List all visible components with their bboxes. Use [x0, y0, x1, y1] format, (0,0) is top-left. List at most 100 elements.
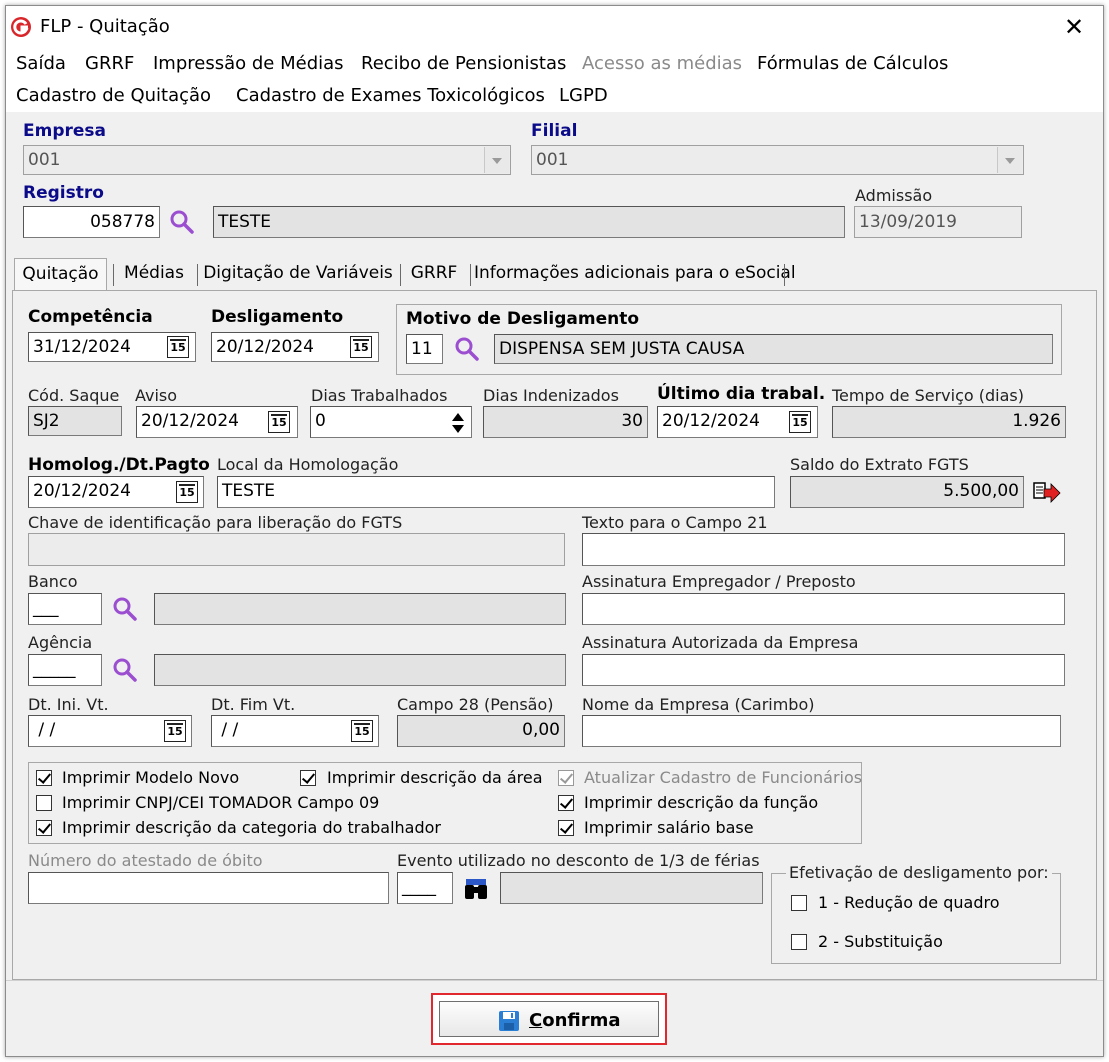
tab-digitacao-label: Digitação de Variáveis: [203, 263, 393, 283]
search-icon[interactable]: [454, 336, 480, 362]
spinner-arrows-icon[interactable]: [447, 409, 469, 435]
filial-select[interactable]: 001: [531, 145, 1024, 175]
chevron-down-icon[interactable]: [484, 147, 509, 173]
binoculars-icon[interactable]: [463, 877, 489, 901]
dias-indenizados-label: Dias Indenizados: [483, 386, 619, 405]
tab-quitacao[interactable]: Quitação: [14, 258, 107, 290]
calendar-glyph: 15: [170, 341, 186, 354]
menu-item-acesso-medias: Acesso as médias: [582, 53, 743, 74]
checkbox-imprimir-categoria[interactable]: [36, 820, 52, 836]
tab-esocial-label: Informações adicionais para o eSocial: [474, 263, 796, 283]
search-icon[interactable]: [169, 209, 195, 235]
tab-separator: [197, 264, 198, 286]
assinatura-empregador-input[interactable]: [582, 593, 1065, 625]
tab-quitacao-label: Quitação: [22, 264, 99, 284]
close-icon[interactable]: ✕: [1059, 12, 1089, 42]
checkbox-imprimir-modelo-novo[interactable]: [36, 770, 52, 786]
registro-input[interactable]: 058778: [23, 206, 160, 238]
motivo-desc-field: DISPENSA SEM JUSTA CAUSA: [494, 334, 1053, 364]
assinatura-autorizada-label: Assinatura Autorizada da Empresa: [582, 633, 859, 652]
assinatura-autorizada-input[interactable]: [582, 654, 1065, 686]
dias-trabalhados-label: Dias Trabalhados: [311, 386, 448, 405]
local-homologacao-input[interactable]: TESTE: [217, 476, 775, 508]
menu-item-saida[interactable]: Saída: [16, 53, 66, 74]
tab-grrf[interactable]: GRRF: [404, 258, 464, 290]
dias-indenizados-field: 30: [483, 406, 648, 438]
calendar-icon[interactable]: 15: [167, 336, 189, 358]
export-arrow-icon[interactable]: [1033, 480, 1061, 504]
app-logo-icon: [11, 17, 31, 37]
checkbox-imprimir-cnpj-tomador[interactable]: [36, 795, 52, 811]
aviso-value: 20/12/2024: [141, 411, 239, 431]
texto-campo21-input[interactable]: [582, 533, 1065, 566]
search-icon[interactable]: [112, 596, 138, 622]
search-icon[interactable]: [112, 657, 138, 683]
calendar-icon[interactable]: 15: [176, 481, 198, 503]
chave-fgts-label: Chave de identificação para liberação do…: [28, 513, 403, 532]
menu-item-cadastro-quitacao[interactable]: Cadastro de Quitação: [16, 85, 211, 106]
aviso-label: Aviso: [135, 386, 178, 405]
calendar-glyph: 15: [792, 416, 808, 429]
checkbox-label: Imprimir CNPJ/CEI TOMADOR Campo 09: [62, 793, 380, 812]
menu-item-recibo-pensionistas[interactable]: Recibo de Pensionistas: [361, 53, 566, 74]
agencia-input[interactable]: _____: [28, 654, 102, 686]
confirma-button[interactable]: Confirma: [431, 993, 667, 1045]
empresa-select[interactable]: 001: [23, 145, 511, 175]
homolog-label: Homolog./Dt.Pagto: [28, 455, 210, 475]
checkbox-substituicao[interactable]: [791, 934, 807, 950]
save-icon: [499, 1011, 519, 1031]
checkbox-atualizar-cadastro: [558, 770, 574, 786]
calendar-icon[interactable]: 15: [268, 411, 290, 433]
checkbox-label: Imprimir Modelo Novo: [62, 768, 240, 787]
menu-item-cadastro-exames[interactable]: Cadastro de Exames Toxicológicos: [236, 85, 545, 106]
evento-desc-field: [500, 872, 763, 904]
filial-label: Filial: [531, 121, 578, 141]
menu-bar: Saída GRRF Impressão de Médias Recibo de…: [6, 48, 1103, 112]
calendar-icon[interactable]: 15: [350, 336, 372, 358]
nome-empresa-label: Nome da Empresa (Carimbo): [582, 695, 815, 714]
desligamento-label: Desligamento: [211, 307, 344, 327]
calendar-icon[interactable]: 15: [164, 720, 186, 742]
atestado-obito-input[interactable]: [28, 872, 389, 904]
ultimo-dia-label: Último dia trabal.: [657, 384, 826, 404]
calendar-icon[interactable]: 15: [789, 411, 811, 433]
flp-quitacao-window: FLP - Quitação ✕ Saída GRRF Impressão de…: [5, 5, 1104, 1057]
tempo-servico-label: Tempo de Serviço (dias): [832, 386, 1024, 405]
admissao-field: 13/09/2019: [854, 206, 1022, 238]
menu-item-impressao-medias[interactable]: Impressão de Médias: [153, 53, 344, 74]
menu-item-formulas-calculos[interactable]: Fórmulas de Cálculos: [757, 53, 948, 74]
tab-informacoes-esocial[interactable]: Informações adicionais para o eSocial: [474, 258, 796, 290]
admissao-label: Admissão: [855, 186, 933, 205]
menu-item-lgpd[interactable]: LGPD: [559, 85, 608, 106]
confirma-button-face[interactable]: Confirma: [439, 1001, 659, 1037]
checkbox-label: Atualizar Cadastro de Funcionários: [584, 768, 863, 787]
checkbox-imprimir-descricao-area[interactable]: [300, 770, 316, 786]
evento-code-input[interactable]: ____: [397, 872, 453, 904]
checkbox-reducao-quadro[interactable]: [791, 895, 807, 911]
checkbox-imprimir-descricao-funcao[interactable]: [558, 795, 574, 811]
tab-medias-label: Médias: [124, 263, 184, 283]
menu-item-grrf[interactable]: GRRF: [85, 53, 134, 74]
tab-medias[interactable]: Médias: [117, 258, 191, 290]
calendar-glyph: 15: [354, 725, 370, 738]
tab-digitacao-variaveis[interactable]: Digitação de Variáveis: [201, 258, 395, 290]
motivo-code-input[interactable]: 11: [406, 334, 443, 364]
banco-label: Banco: [28, 572, 78, 591]
calendar-glyph: 15: [353, 341, 369, 354]
empresa-label: Empresa: [23, 121, 106, 141]
chevron-down-icon[interactable]: [997, 147, 1022, 173]
tab-separator: [784, 264, 785, 286]
desligamento-value: 20/12/2024: [216, 337, 314, 357]
ultimo-dia-value: 20/12/2024: [662, 411, 760, 431]
checkbox-imprimir-salario-base[interactable]: [558, 820, 574, 836]
banco-input[interactable]: ___: [28, 593, 102, 625]
checkbox-label: Imprimir descrição da área: [327, 768, 543, 787]
local-homologacao-label: Local da Homologação: [217, 455, 399, 474]
dt-fim-vt-label: Dt. Fim Vt.: [211, 695, 296, 714]
calendar-icon[interactable]: 15: [351, 720, 373, 742]
agencia-label: Agência: [28, 633, 93, 652]
calendar-glyph: 15: [167, 725, 183, 738]
dt-ini-vt-label: Dt. Ini. Vt.: [28, 695, 109, 714]
competencia-value: 31/12/2024: [33, 337, 131, 357]
nome-empresa-input[interactable]: [582, 715, 1061, 747]
